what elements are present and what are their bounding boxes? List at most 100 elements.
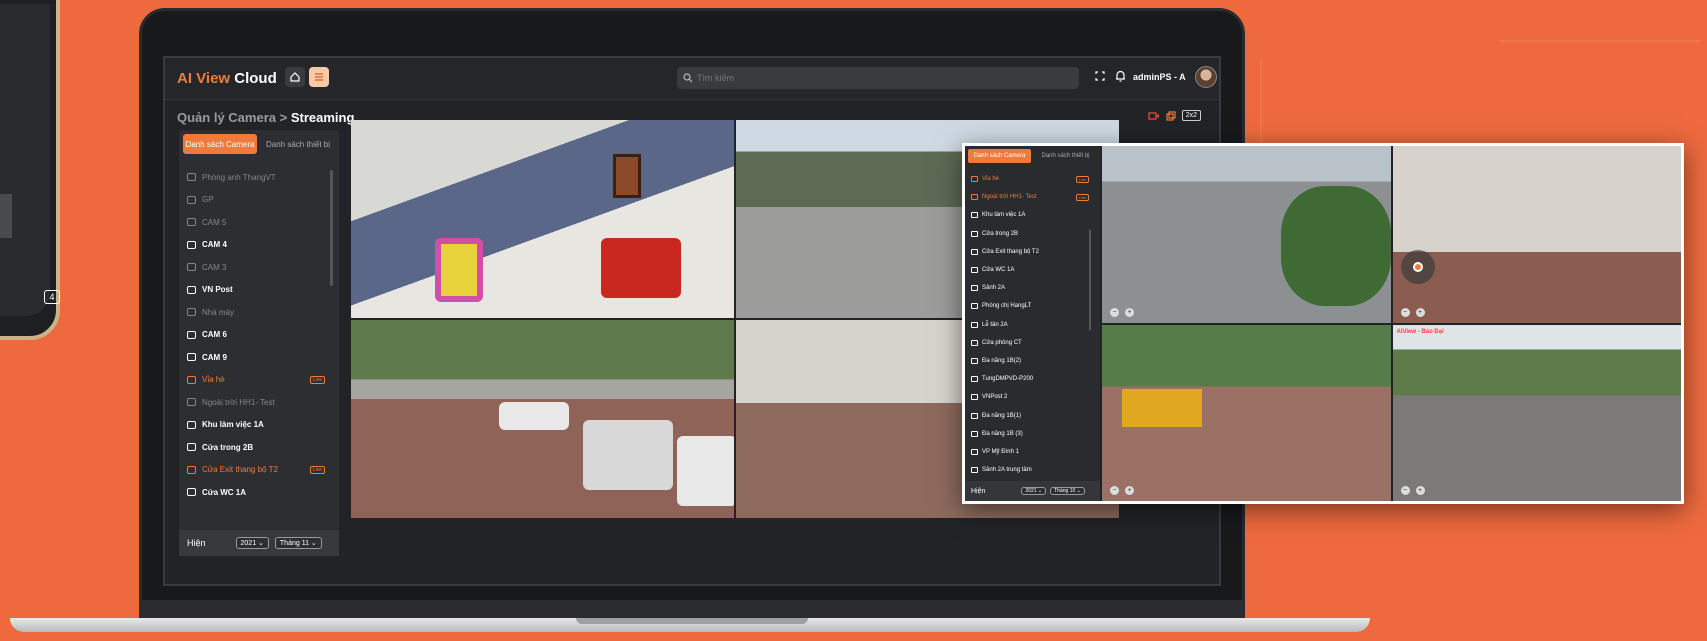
camera-list-item[interactable]: Cửa WC 1A: [185, 481, 325, 504]
camera-list-item[interactable]: VP Mỹ Đình 1: [971, 443, 1089, 461]
home-button[interactable]: [285, 67, 305, 87]
camera-list-item[interactable]: CAM 6: [185, 324, 325, 347]
multi-window-icon[interactable]: [1166, 110, 1176, 121]
tab-device-list[interactable]: Danh sách thiết bị: [261, 134, 335, 154]
camera-label: VNPost 2: [982, 394, 1008, 401]
overlay-video-tile[interactable]: − +: [1392, 146, 1681, 323]
camera-list-item[interactable]: Cửa trong 2B: [185, 436, 325, 459]
overlay-window: Danh sách Camera Danh sách thiết bị Vỉa …: [962, 143, 1684, 504]
month-select[interactable]: Tháng 11 ⌄: [274, 537, 322, 549]
grid-layout-button[interactable]: 2x2: [1181, 110, 1201, 121]
zoom-out-icon[interactable]: −: [1400, 307, 1410, 317]
camera-icon: [971, 412, 978, 419]
camera-list-item[interactable]: Khu làm việc 1A: [971, 206, 1089, 224]
year-select[interactable]: 2021 ⌄: [235, 537, 269, 549]
record-icon[interactable]: [1148, 111, 1160, 121]
camera-list-item[interactable]: CAM 5: [185, 211, 325, 234]
camera-icon: [971, 357, 978, 364]
fullscreen-icon[interactable]: [1095, 71, 1105, 81]
zoom-in-icon[interactable]: +: [1125, 307, 1134, 317]
video-tile[interactable]: [351, 120, 734, 318]
wall-painting: [613, 154, 641, 198]
overlay-month-value: Tháng 10: [1054, 488, 1076, 494]
scrollbar[interactable]: [330, 170, 333, 286]
overlay-year-select[interactable]: 2021 ⌄: [1021, 487, 1047, 495]
camera-list-item[interactable]: Lễ tân 2A: [971, 316, 1089, 334]
camera-list-item[interactable]: Vỉa hè Live: [185, 369, 325, 392]
camera-list-item[interactable]: VN Post: [185, 279, 325, 302]
sidebar-tabs: Danh sách Camera Danh sách thiết bị: [179, 130, 339, 158]
camera-icon: [187, 398, 196, 407]
camera-icon: [187, 443, 196, 452]
camera-list-item[interactable]: Cửa phòng CT: [971, 334, 1089, 352]
camera-icon: [187, 353, 196, 362]
camera-list-item[interactable]: Ngoài trời HH1- Test Live: [971, 188, 1089, 206]
overlay-scrollbar[interactable]: [1089, 230, 1091, 330]
camera-label: Vỉa hè: [202, 375, 225, 385]
camera-list-item[interactable]: Cửa WC 1A: [971, 261, 1089, 279]
home-icon: [290, 72, 300, 82]
tab-camera-list[interactable]: Danh sách Camera: [183, 134, 257, 154]
zoom-in-icon[interactable]: +: [1125, 486, 1134, 495]
camera-list-item[interactable]: Ngoài trời HH1- Test: [185, 391, 325, 414]
zoom-in-icon[interactable]: +: [1415, 486, 1425, 495]
camera-list-item[interactable]: Khu làm việc 1A: [185, 414, 325, 437]
camera-label: Cửa trong 2B: [982, 230, 1019, 237]
app-logo[interactable]: AI View Cloud: [177, 70, 277, 87]
user-name[interactable]: adminPS - A: [1133, 72, 1186, 82]
camera-list-item[interactable]: Sảnh 2A trung tâm: [971, 461, 1089, 479]
camera-label: CAM 6: [202, 330, 227, 340]
camera-icon: [971, 394, 978, 401]
camera-list-item[interactable]: Cửa Exit thang bộ T2 Live: [185, 459, 325, 482]
camera-list-item[interactable]: Phòng anh ThangVT: [185, 166, 325, 189]
live-badge: Live: [309, 465, 325, 474]
overlay-tab-device-list[interactable]: Danh sách thiết bị: [1034, 149, 1097, 163]
search-bar[interactable]: [677, 67, 1079, 89]
zoom-out-icon[interactable]: −: [1110, 307, 1119, 317]
camera-list-item[interactable]: Đa năng 1B(2): [971, 352, 1089, 370]
camera-list-item[interactable]: Vỉa hè Live: [971, 170, 1089, 188]
camera-list-item[interactable]: Nhà máy: [185, 301, 325, 324]
camera-list-item[interactable]: TungDMPVD-P200: [971, 370, 1089, 388]
zoom-controls: − +: [1110, 307, 1134, 317]
ptz-joystick[interactable]: [1400, 250, 1435, 284]
camera-list-item[interactable]: GP: [185, 189, 325, 212]
zoom-in-icon[interactable]: +: [1415, 307, 1425, 317]
breadcrumb-parent[interactable]: Quản lý Camera: [177, 110, 276, 125]
camera-label: CAM 9: [202, 352, 227, 362]
camera-icon: [971, 248, 978, 255]
overlay-video-tile[interactable]: − +: [1102, 324, 1391, 501]
camera-list-item[interactable]: Đa năng 1B (3): [971, 425, 1089, 443]
overlay-video-tile[interactable]: AIView - Bảo Đại − +: [1392, 324, 1681, 501]
year-value: 2021: [240, 540, 257, 547]
camera-list-item[interactable]: VNPost 2: [971, 388, 1089, 406]
video-tile[interactable]: [351, 320, 734, 518]
camera-list-item[interactable]: Cửa Exit thang bộ T2: [971, 243, 1089, 261]
phone-grid-badge: 4: [44, 290, 60, 304]
camera-list-item[interactable]: Phòng chị HangLT: [971, 297, 1089, 315]
bell-icon[interactable]: [1115, 70, 1126, 82]
avatar[interactable]: [1195, 66, 1217, 88]
zoom-out-icon[interactable]: −: [1110, 486, 1119, 495]
search-input[interactable]: [697, 73, 1057, 83]
camera-icon: [971, 339, 978, 346]
overlay-footer: Hiện 2021 ⌄ Tháng 10 ⌄: [965, 481, 1100, 501]
camera-sidebar: Danh sách Camera Danh sách thiết bị Phòn…: [179, 130, 339, 556]
sidebar-footer: Hiện 2021 ⌄ Tháng 11 ⌄: [179, 530, 339, 556]
camera-list-item[interactable]: CAM 3: [185, 256, 325, 279]
camera-label: Cửa phòng CT: [982, 339, 1022, 346]
camera-icon: [187, 465, 196, 474]
overlay-tab-camera-list[interactable]: Danh sách Camera: [968, 149, 1031, 163]
overlay-sidebar: Danh sách Camera Danh sách thiết bị Vỉa …: [965, 146, 1100, 501]
camera-list-item[interactable]: Cửa trong 2B: [971, 225, 1089, 243]
camera-list-item[interactable]: CAM 9: [185, 346, 325, 369]
overlay-video-tile[interactable]: − +: [1102, 146, 1391, 323]
camera-icon: [187, 488, 196, 497]
camera-label: CAM 4: [202, 240, 227, 250]
camera-list-item[interactable]: Sảnh 2A: [971, 279, 1089, 297]
menu-button[interactable]: [309, 67, 329, 87]
overlay-month-select[interactable]: Tháng 10 ⌄: [1050, 487, 1085, 495]
camera-list-item[interactable]: Đa năng 1B(1): [971, 406, 1089, 424]
zoom-out-icon[interactable]: −: [1400, 486, 1410, 495]
camera-list-item[interactable]: CAM 4: [185, 234, 325, 257]
